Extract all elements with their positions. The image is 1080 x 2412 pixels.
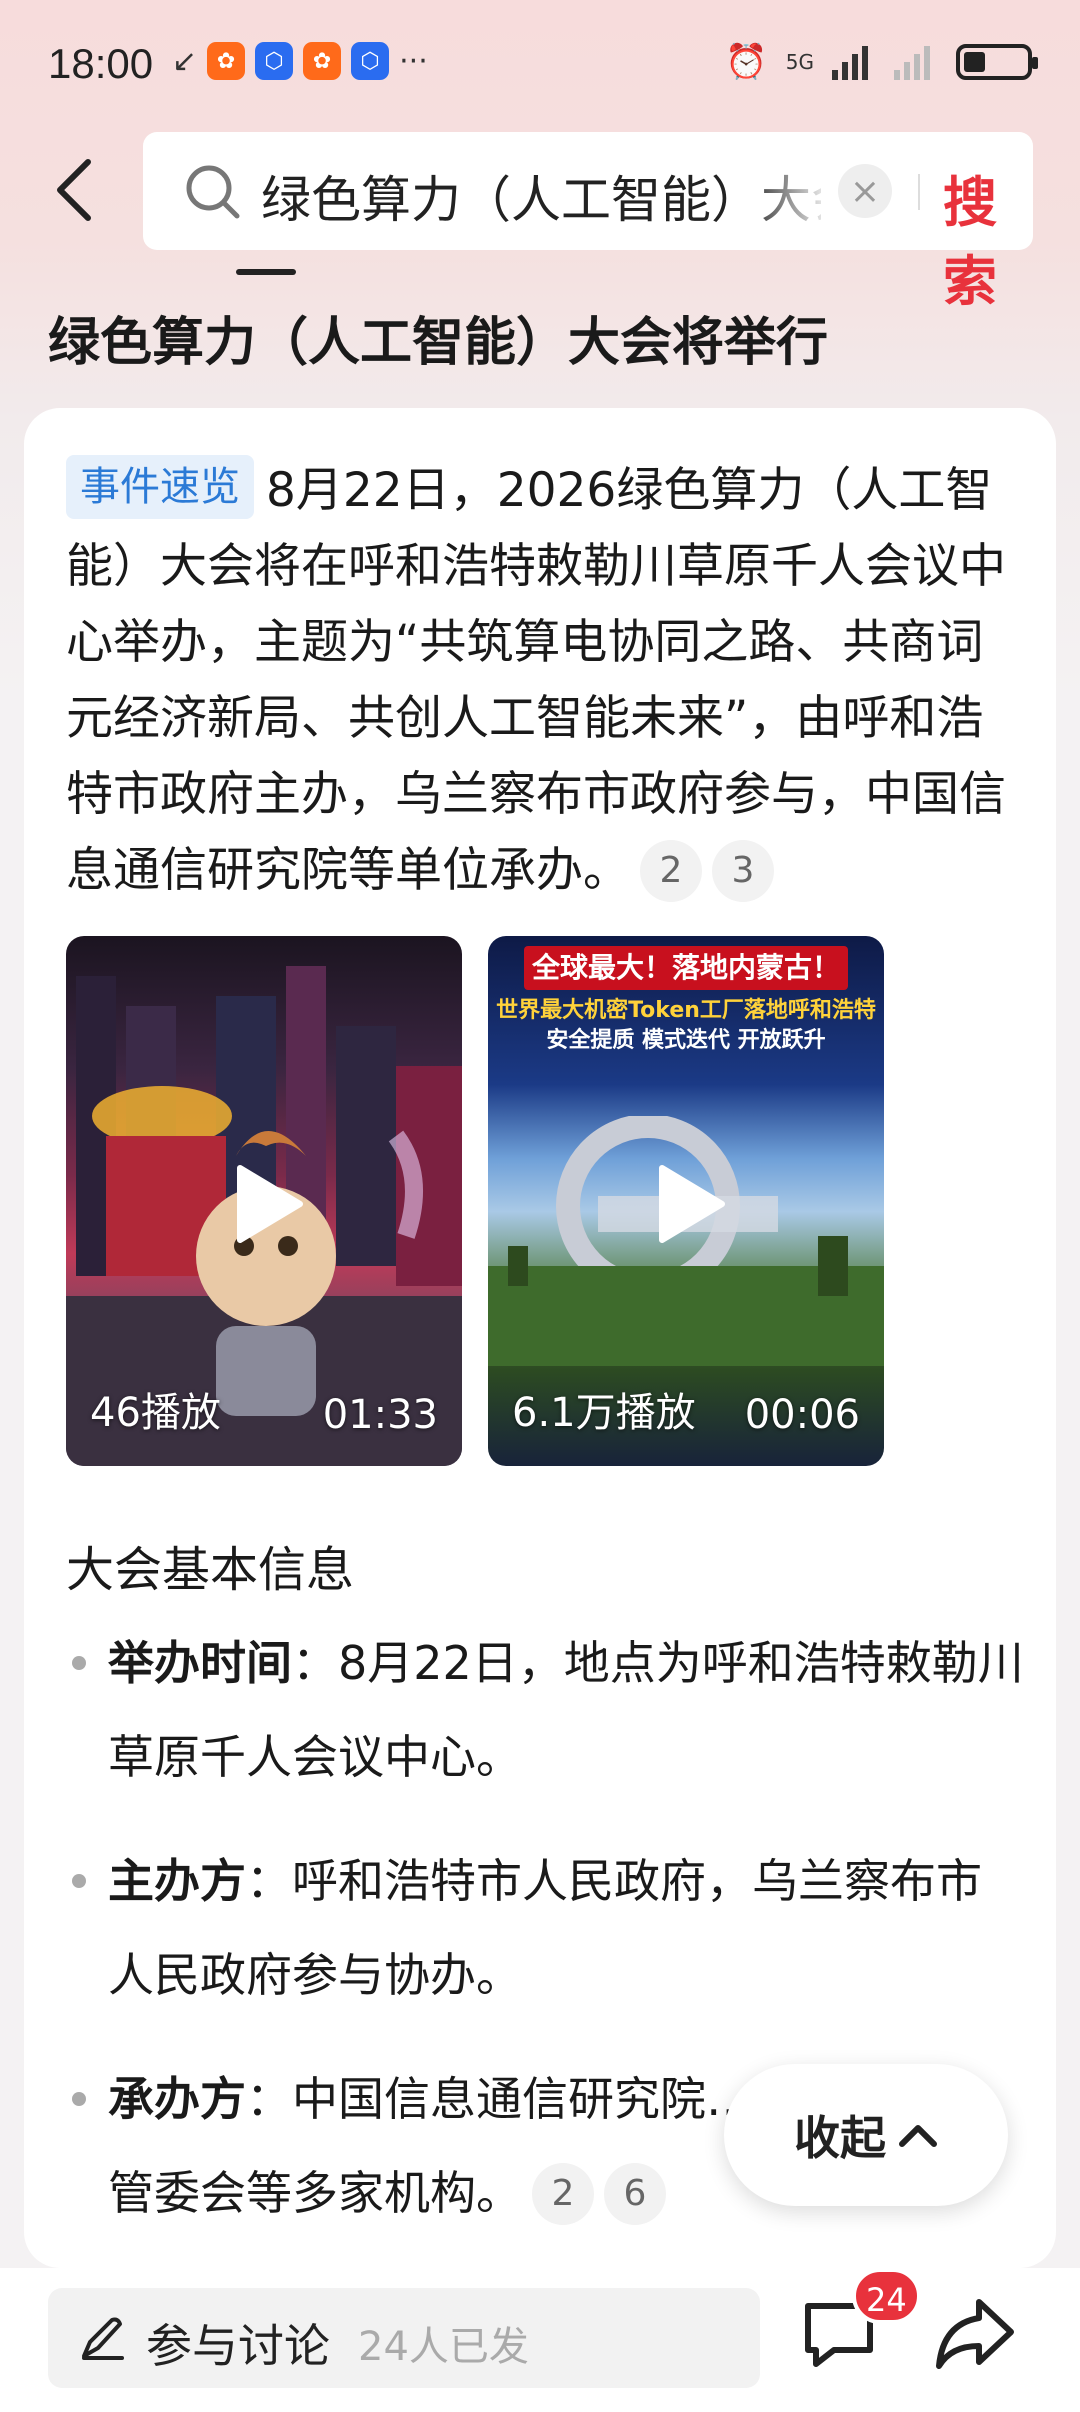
signal-icon: [832, 46, 868, 80]
app-notification-icon: ⬡: [255, 42, 294, 80]
app-notification-icon: ✿: [303, 42, 342, 80]
search-icon: [186, 165, 240, 219]
event-summary-tag[interactable]: 事件速览: [66, 455, 254, 519]
search-box[interactable]: 绿色算力（人工智能）大会将举行 × 搜索: [143, 132, 1033, 313]
tab-indicator: [236, 269, 296, 275]
video-banner: 全球最大！落地内蒙古！: [524, 946, 848, 990]
search-button[interactable]: 搜索: [943, 158, 1033, 316]
citation-badge[interactable]: 2: [640, 840, 702, 902]
app-notification-icon: ✿: [207, 42, 246, 80]
alarm-icon: ⏰: [725, 42, 768, 82]
info-sep: ：: [246, 2072, 292, 2126]
missed-call-icon: ↙: [172, 43, 198, 79]
video-banner-tagline: 安全提质 模式迭代 开放跃升: [546, 1028, 826, 1053]
app-notification-icon: ⬡: [351, 42, 390, 80]
video-card[interactable]: 全球最大！落地内蒙古！ 世界最大机密Token工厂落地呼和浩特 安全提质 模式迭…: [488, 936, 884, 1466]
back-arrow-icon: [57, 159, 91, 221]
citation-badge[interactable]: 2: [532, 2163, 594, 2225]
bottom-bar: 参与讨论 24人已发 24: [0, 2268, 1080, 2412]
info-label: 主办方: [108, 1854, 246, 1908]
comment-count: 24人已发: [358, 2324, 529, 2370]
play-icon: [237, 1165, 303, 1243]
battery-icon: [956, 44, 1038, 80]
notification-icons: ↙ ✿ ⬡ ✿ ⬡ ···: [172, 42, 428, 80]
play-icon: [659, 1165, 725, 1243]
more-notifications-icon: ···: [399, 43, 428, 79]
search-fade: [743, 152, 833, 232]
share-icon[interactable]: [935, 2296, 1015, 2372]
network-type: 5G: [785, 50, 814, 74]
status-bar: 18:00 ↙ ✿ ⬡ ✿ ⬡ ··· ⏰ 5G: [0, 0, 1080, 130]
comment-badge: 24: [852, 2268, 921, 2324]
video-card[interactable]: 46播放 01:33: [66, 936, 462, 1466]
info-item-host: 主办方：呼和浩特市人民政府，乌兰察布市人民政府参与协办。: [66, 1834, 1026, 2022]
back-button[interactable]: [44, 150, 104, 230]
video-play-count: 6.1万播放: [512, 1390, 696, 1436]
battery-fill: [964, 52, 985, 72]
video-duration: 00:06: [744, 1392, 860, 1438]
info-label: 承办方: [108, 2072, 246, 2126]
pen-icon: [82, 2317, 124, 2360]
video-list: 46播放 01:33 全球最大！落地内蒙古！ 世界最大机密Token工厂落地呼和…: [66, 936, 946, 1466]
video-banner-subtitle: 世界最大机密Token工厂落地呼和浩特: [496, 998, 876, 1023]
collapse-label: 收起: [794, 2111, 886, 2165]
signal-weak-icon: [894, 46, 930, 80]
comment-input[interactable]: 参与讨论 24人已发: [48, 2288, 760, 2388]
info-sep: ：: [246, 1854, 292, 1908]
clear-search-icon[interactable]: ×: [838, 164, 892, 218]
collapse-button[interactable]: 收起: [724, 2064, 1008, 2206]
info-label: 举办时间: [108, 1636, 292, 1690]
citation-badge[interactable]: 3: [712, 840, 774, 902]
system-icons: ⏰ 5G: [725, 42, 1038, 82]
info-sep: ：: [292, 1636, 338, 1690]
citation-badge[interactable]: 6: [604, 2163, 666, 2225]
summary-text: 8月22日，2026绿色算力（人工智能）大会将在呼和浩特敕勒川草原千人会议中心举…: [66, 463, 1006, 898]
search-input[interactable]: 绿色算力（人工智能）大会将举行: [261, 160, 821, 232]
search-divider: [918, 174, 920, 210]
page-title: 绿色算力（人工智能）大会将举行: [48, 313, 829, 373]
comment-label: 参与讨论: [146, 2319, 330, 2373]
info-item-time: 举办时间：8月22日，地点为呼和浩特敕勒川草原千人会议中心。: [66, 1616, 1026, 1804]
event-summary: 事件速览 8月22日，2026绿色算力（人工智能）大会将在呼和浩特敕勒川草原千人会…: [66, 453, 1026, 909]
video-duration: 01:33: [322, 1392, 438, 1438]
status-time: 18:00: [48, 40, 154, 87]
section-heading: 大会基本信息: [66, 1542, 355, 1598]
chevron-up-icon: [899, 2125, 937, 2147]
video-play-count: 46播放: [90, 1390, 221, 1436]
result-card: 事件速览 8月22日，2026绿色算力（人工智能）大会将在呼和浩特敕勒川草原千人会…: [24, 408, 1056, 2268]
